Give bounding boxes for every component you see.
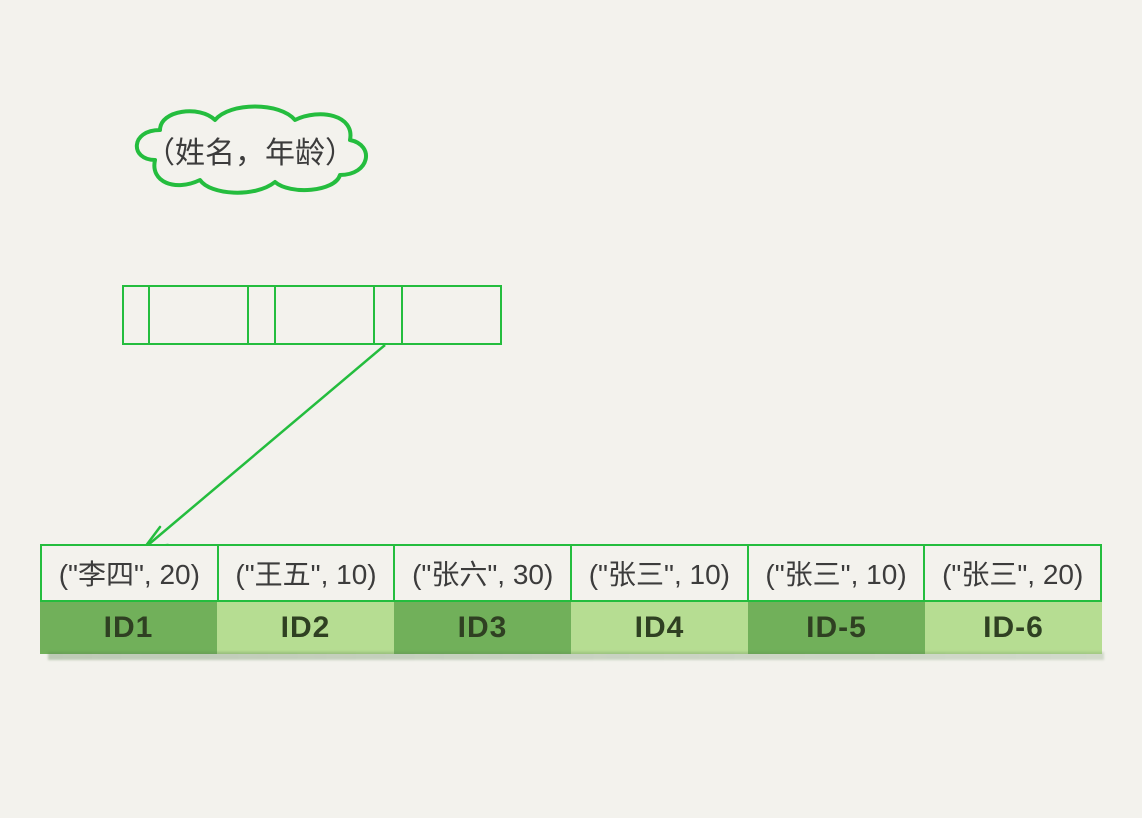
pointer-arrow	[130, 345, 410, 565]
schema-label: （姓名，年龄）	[120, 100, 380, 200]
tuple-cell: ("张三", 20)	[925, 544, 1102, 602]
id-cell: ID2	[217, 602, 394, 654]
tuple-cell: ("王五", 10)	[219, 544, 396, 602]
index-cell	[122, 285, 150, 345]
tuple-cell: ("张三", 10)	[749, 544, 926, 602]
index-row	[122, 285, 502, 345]
tuple-cell: ("张六", 30)	[395, 544, 572, 602]
index-cell	[375, 285, 403, 345]
tuple-cell: ("李四", 20)	[40, 544, 219, 602]
tuple-cell: ("张三", 10)	[572, 544, 749, 602]
id-row: ID1 ID2 ID3 ID4 ID-5 ID-6	[40, 602, 1102, 654]
id-cell: ID3	[394, 602, 571, 654]
row-shadow	[48, 652, 1104, 660]
id-cell: ID1	[40, 602, 217, 654]
id-cell: ID-6	[925, 602, 1102, 654]
id-cell: ID-5	[748, 602, 925, 654]
schema-cloud: （姓名，年龄）	[120, 100, 380, 200]
index-cell	[403, 285, 502, 345]
id-cell: ID4	[571, 602, 748, 654]
index-cell	[150, 285, 249, 345]
index-cell	[249, 285, 277, 345]
index-cell	[276, 285, 375, 345]
tuple-row: ("李四", 20) ("王五", 10) ("张六", 30) ("张三", …	[40, 544, 1102, 602]
